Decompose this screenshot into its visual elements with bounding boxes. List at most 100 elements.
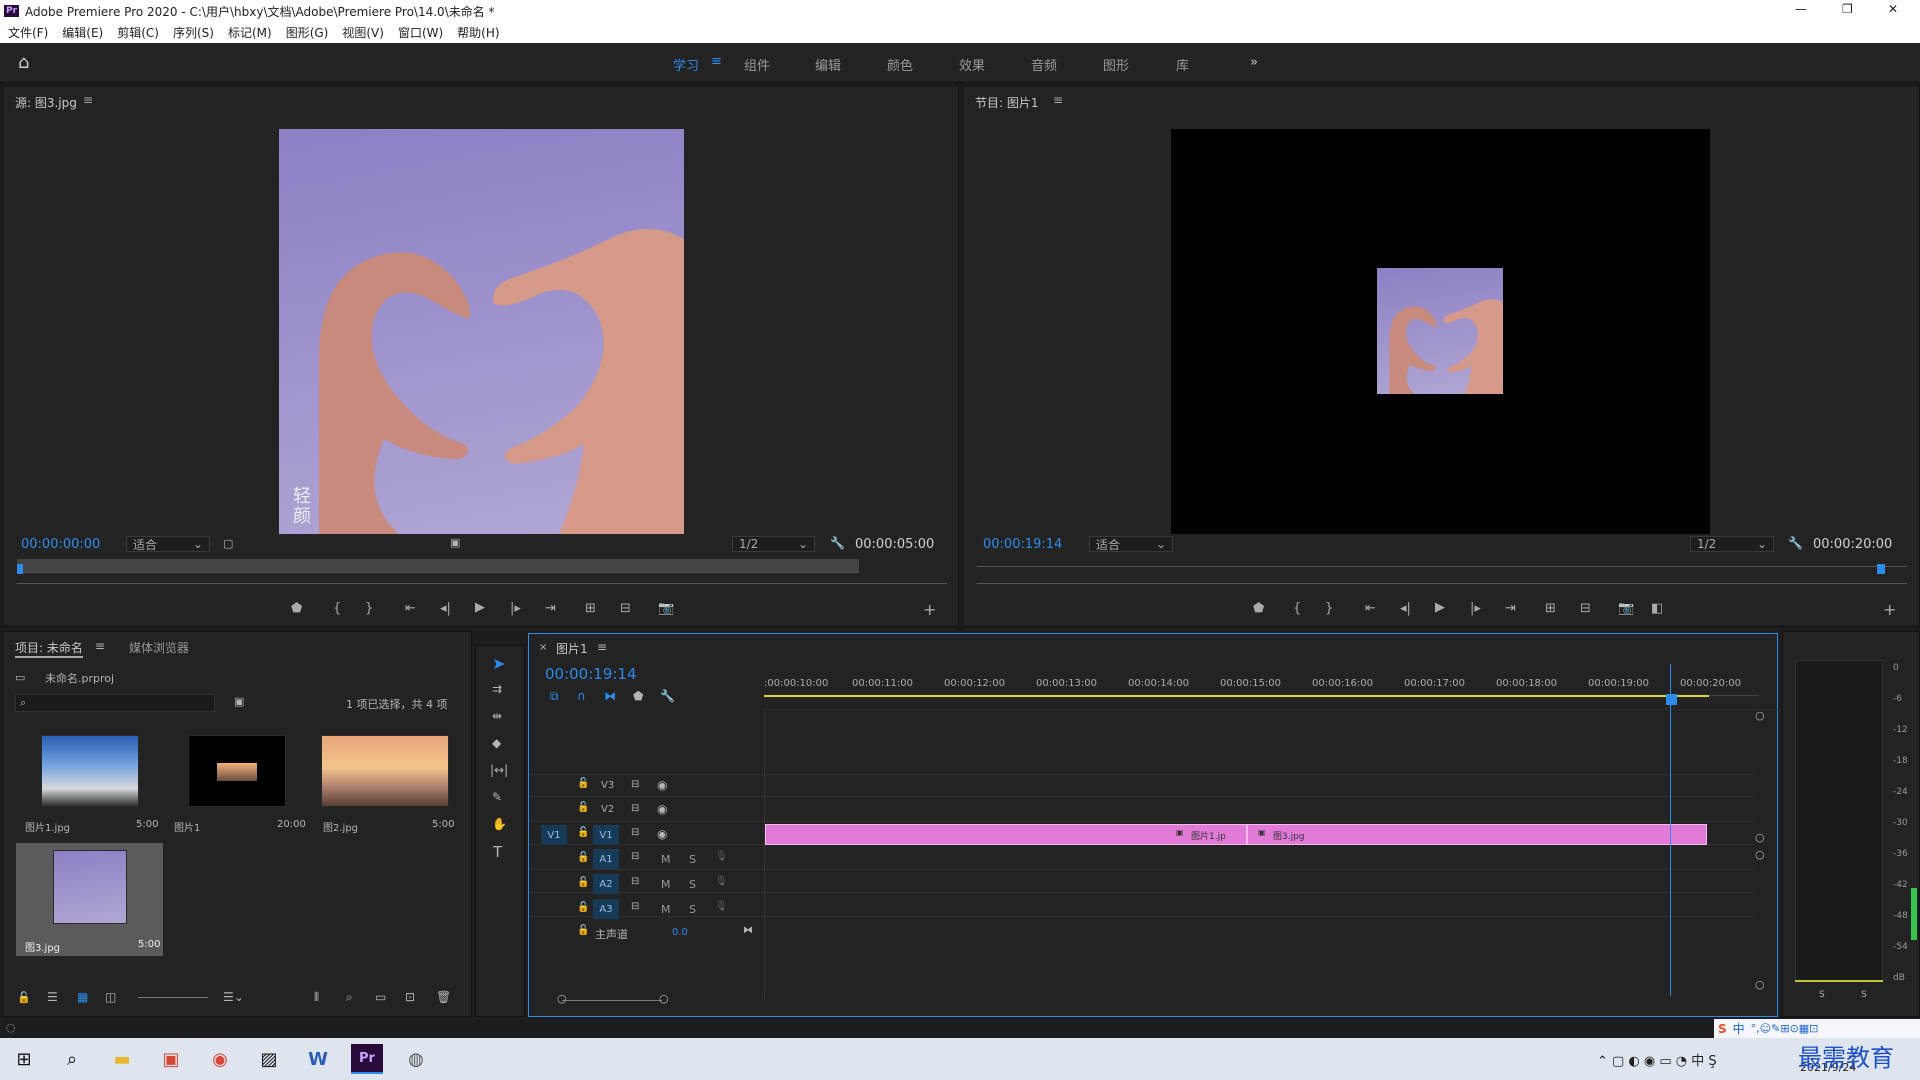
menu-marker[interactable]: 标记(M) — [228, 24, 272, 41]
source-quality-dropdown[interactable]: 1/2 ⌄ — [732, 536, 815, 552]
lock-icon[interactable]: 🔓 — [577, 902, 589, 913]
track-v3-label[interactable]: V3 — [601, 780, 614, 791]
program-title[interactable]: 节目: 图片1 — [975, 94, 1039, 111]
track-select-tool-icon[interactable]: ⇉ — [492, 682, 502, 696]
tray-icons[interactable]: ⌃ ▢ ◐ ◉ ▭ ◔ 中 Ş — [1597, 1050, 1717, 1069]
program-timecode[interactable]: 00:00:19:14 — [983, 537, 1062, 552]
track-a3-label[interactable]: A3 — [593, 899, 619, 919]
find-icon[interactable]: ⌕ — [346, 990, 353, 1005]
workspace-color[interactable]: 颜色 — [887, 55, 913, 74]
safe-margins-icon[interactable]: ▢ — [223, 537, 233, 550]
source-fit-dropdown[interactable]: 适合 ⌄ — [126, 536, 210, 552]
solo-button[interactable]: S — [689, 853, 696, 866]
lock-icon[interactable]: 🔓 — [577, 852, 589, 863]
type-tool-icon[interactable]: T — [493, 843, 502, 861]
go-to-out-icon[interactable]: ⇥ — [1505, 601, 1516, 616]
mute-button[interactable]: M — [661, 903, 671, 916]
marker-icon[interactable]: ⬟ — [1253, 601, 1264, 616]
menu-help[interactable]: 帮助(H) — [457, 24, 499, 41]
menu-sequence[interactable]: 序列(S) — [173, 24, 214, 41]
ime-tools-icon[interactable]: °,☺✎⊞⊙▦⊡ — [1751, 1022, 1819, 1035]
lock-icon[interactable]: 🔓 — [577, 778, 589, 789]
mute-button[interactable]: M — [661, 853, 671, 866]
search-icon[interactable]: ⌕ — [56, 1044, 88, 1074]
chrome-icon[interactable]: ◉ — [204, 1044, 236, 1074]
mark-in-icon[interactable]: { — [333, 601, 341, 616]
program-settings-wrench-icon[interactable]: 🔧 — [1788, 536, 1803, 550]
sync-lock-icon[interactable]: ⊟ — [631, 803, 639, 814]
menu-edit[interactable]: 编辑(E) — [62, 24, 103, 41]
mic-icon[interactable]: 🎙 — [715, 901, 728, 912]
menu-view[interactable]: 视图(V) — [342, 24, 384, 41]
project-item-thumbnail[interactable] — [188, 735, 286, 807]
add-marker-icon[interactable]: ⬟ — [633, 689, 643, 703]
sync-lock-icon[interactable]: ⊟ — [631, 876, 639, 887]
app-icon[interactable]: ◍ — [400, 1044, 432, 1074]
lock-icon[interactable]: 🔓 — [577, 877, 589, 888]
timeline-clip[interactable]: ▣ 图片1.jp — [765, 824, 1247, 845]
close-button[interactable]: ✕ — [1888, 2, 1898, 16]
step-forward-icon[interactable]: |▸ — [1470, 601, 1481, 616]
workspace-menu-icon[interactable]: ≡ — [711, 54, 722, 69]
play-icon[interactable]: ▶ — [1435, 600, 1445, 615]
home-icon[interactable]: ⌂ — [18, 52, 29, 73]
automate-icon[interactable]: ⫴ — [314, 990, 319, 1005]
go-to-out-icon[interactable]: ⇥ — [545, 601, 556, 616]
search-input[interactable]: ⌕ — [15, 694, 215, 712]
source-settings-wrench-icon[interactable]: 🔧 — [830, 536, 845, 550]
timeline-playhead[interactable] — [1670, 664, 1671, 996]
source-insert-icon[interactable]: ▣ — [450, 536, 460, 549]
ime-mode[interactable]: 中 — [1733, 1020, 1745, 1037]
slip-tool-icon[interactable]: |↔| — [490, 763, 508, 777]
new-bin-icon[interactable]: ▣ — [234, 695, 244, 708]
source-timeruler[interactable] — [17, 559, 859, 573]
track-a1-label[interactable]: A1 — [593, 849, 619, 869]
mic-icon[interactable]: 🎙 — [715, 876, 728, 887]
eye-icon[interactable]: ◉ — [657, 802, 667, 816]
timeline-playhead-handle[interactable] — [1666, 694, 1677, 705]
scroll-handle[interactable]: ○ — [557, 992, 567, 1005]
mark-out-icon[interactable]: } — [365, 601, 373, 616]
vertical-zoom-handle[interactable]: ○ — [1755, 978, 1765, 991]
panel-menu-icon[interactable]: ≡ — [83, 93, 93, 107]
word-icon[interactable]: W — [302, 1044, 334, 1074]
workspace-library[interactable]: 库 — [1176, 55, 1189, 74]
comparison-view-icon[interactable]: ◧ — [1651, 601, 1663, 616]
mark-out-icon[interactable]: } — [1325, 601, 1333, 616]
project-item-name[interactable]: 图2.jpg — [323, 819, 358, 834]
insert-icon[interactable]: ⊞ — [585, 601, 596, 616]
razor-tool-icon[interactable]: ◆ — [492, 736, 501, 750]
project-item-name[interactable]: 图3.jpg — [25, 939, 60, 954]
minimize-button[interactable]: — — [1795, 2, 1807, 16]
step-back-icon[interactable]: ◂| — [1400, 601, 1411, 616]
scroll-handle[interactable]: ○ — [659, 992, 669, 1005]
premiere-icon[interactable]: Pr — [351, 1044, 383, 1074]
vertical-zoom-handle[interactable]: ○ — [1755, 831, 1765, 844]
program-fit-dropdown[interactable]: 适合 ⌄ — [1089, 536, 1173, 552]
project-item-thumbnail[interactable] — [41, 735, 139, 807]
sync-lock-icon[interactable]: ⊟ — [631, 779, 639, 790]
lock-icon[interactable]: 🔓 — [577, 827, 589, 838]
mic-icon[interactable]: 🎙 — [715, 851, 728, 862]
track-v2-label[interactable]: V2 — [601, 804, 614, 815]
source-patch-v1[interactable]: V1 — [541, 825, 567, 845]
master-volume-value[interactable]: 0.0 — [672, 927, 688, 938]
workspace-more-button[interactable]: » — [1250, 55, 1258, 70]
tab-media-browser[interactable]: 媒体浏览器 — [129, 639, 189, 656]
track-v1-label[interactable]: V1 — [593, 825, 619, 845]
tab-project[interactable]: 项目: 未命名 — [15, 639, 83, 658]
sync-lock-icon[interactable]: ⊟ — [631, 901, 639, 912]
panel-menu-icon[interactable]: ≡ — [95, 639, 105, 653]
photos-icon[interactable]: ▨ — [253, 1044, 285, 1074]
track-a2-label[interactable]: A2 — [593, 874, 619, 894]
ripple-edit-tool-icon[interactable]: ⇹ — [492, 709, 502, 723]
menu-window[interactable]: 窗口(W) — [398, 24, 443, 41]
add-button-icon[interactable]: + — [923, 600, 936, 619]
workspace-editing[interactable]: 编辑 — [815, 55, 841, 74]
program-timeruler[interactable] — [977, 566, 1907, 567]
step-forward-icon[interactable]: |▸ — [510, 601, 521, 616]
extract-icon[interactable]: ⊟ — [1580, 601, 1591, 616]
solo-button[interactable]: S — [689, 878, 696, 891]
solo-button[interactable]: S — [689, 903, 696, 916]
eye-icon[interactable]: ◉ — [657, 827, 667, 841]
